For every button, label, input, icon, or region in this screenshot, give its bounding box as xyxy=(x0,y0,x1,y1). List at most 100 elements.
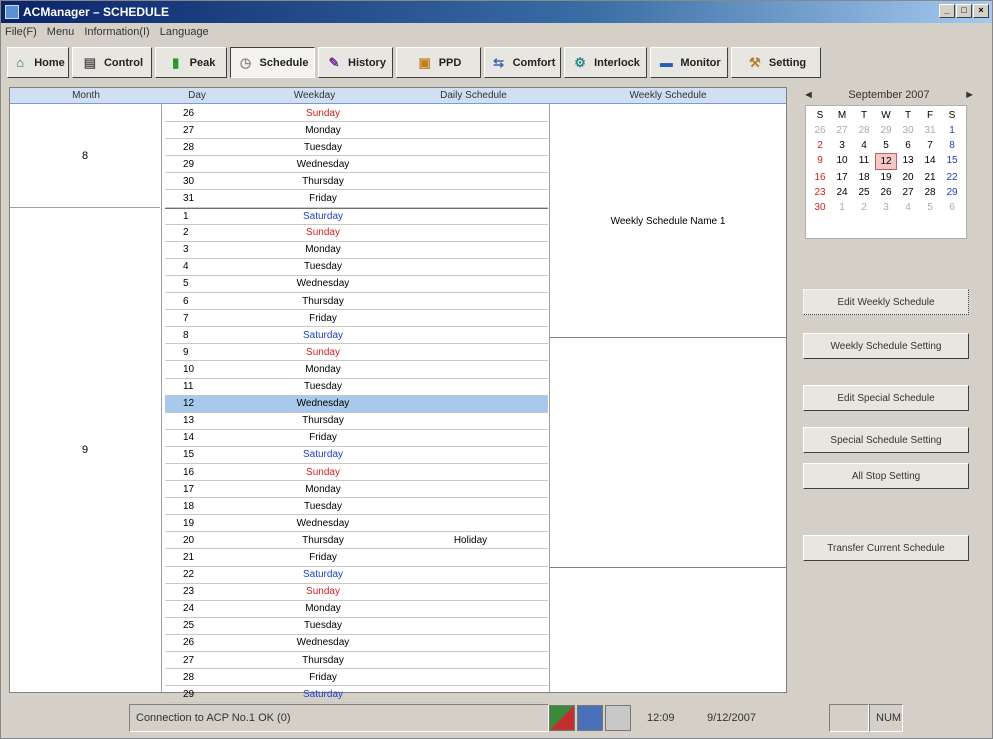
table-row[interactable]: 4 Tuesday xyxy=(165,259,548,276)
calendar-day[interactable]: 8 xyxy=(941,138,963,153)
table-row[interactable]: 29 Wednesday xyxy=(165,156,548,174)
daily-schedule-cell[interactable]: Holiday xyxy=(393,535,548,546)
calendar-day[interactable]: 29 xyxy=(875,123,897,138)
table-row[interactable]: 7 Friday xyxy=(165,310,548,328)
table-row[interactable]: 14 Friday xyxy=(165,430,548,447)
calendar-day[interactable]: 6 xyxy=(941,200,963,215)
table-row[interactable]: 13 Thursday xyxy=(165,413,548,430)
toolbar-ppd-button[interactable]: ▣ PPD xyxy=(396,47,481,78)
weekly-schedule-block[interactable] xyxy=(550,568,786,692)
menu-information[interactable]: Information(I) xyxy=(84,26,149,38)
calendar-day[interactable]: 22 xyxy=(941,170,963,185)
table-row[interactable]: 9 Sunday xyxy=(165,344,548,362)
calendar-day[interactable]: 24 xyxy=(831,185,853,200)
calendar-day[interactable]: 1 xyxy=(941,123,963,138)
calendar-day[interactable]: 21 xyxy=(919,170,941,185)
table-row[interactable]: 31 Friday xyxy=(165,190,548,208)
toolbar-setting-button[interactable]: ⚒ Setting xyxy=(731,47,821,78)
calendar-day[interactable]: 9 xyxy=(809,153,831,170)
calendar-day[interactable]: 4 xyxy=(853,138,875,153)
calendar-day[interactable]: 23 xyxy=(809,185,831,200)
toolbar-home-button[interactable]: ⌂ Home xyxy=(7,47,69,78)
table-row[interactable]: 21 Friday xyxy=(165,549,548,567)
table-row[interactable]: 25 Tuesday xyxy=(165,618,548,635)
table-row[interactable]: 28 Friday xyxy=(165,669,548,687)
network-icon[interactable] xyxy=(549,705,575,731)
calendar-day[interactable]: 28 xyxy=(919,185,941,200)
calendar-day[interactable]: 25 xyxy=(853,185,875,200)
calendar-day[interactable]: 30 xyxy=(897,123,919,138)
calendar-day[interactable]: 6 xyxy=(897,138,919,153)
toolbar-history-button[interactable]: ✎ History xyxy=(318,47,393,78)
calendar-day[interactable]: 26 xyxy=(809,123,831,138)
weekly-schedule-setting-button[interactable]: Weekly Schedule Setting xyxy=(803,333,969,359)
calendar-day[interactable]: 2 xyxy=(809,138,831,153)
table-row[interactable]: 26 Sunday xyxy=(165,105,548,123)
menu-menu[interactable]: Menu xyxy=(47,26,75,38)
calendar-day[interactable]: 29 xyxy=(941,185,963,200)
calendar-day[interactable]: 20 xyxy=(897,170,919,185)
table-row[interactable]: 5 Wednesday xyxy=(165,276,548,294)
transfer-current-schedule-button[interactable]: Transfer Current Schedule xyxy=(803,535,969,561)
weekly-schedule-block[interactable] xyxy=(550,338,786,568)
table-row[interactable]: 6 Thursday xyxy=(165,293,548,311)
calendar-prev-button[interactable]: ◄ xyxy=(803,89,814,101)
table-row[interactable]: 10 Monday xyxy=(165,361,548,379)
calendar-day[interactable]: 28 xyxy=(853,123,875,138)
computer-icon[interactable] xyxy=(577,705,603,731)
table-row[interactable]: 22 Saturday xyxy=(165,567,548,584)
calendar-day[interactable]: 16 xyxy=(809,170,831,185)
calendar-day[interactable]: 30 xyxy=(809,200,831,215)
calendar-day[interactable]: 10 xyxy=(831,153,853,170)
toolbar-peak-button[interactable]: ▮ Peak xyxy=(155,47,227,78)
calendar-day[interactable]: 12 xyxy=(875,153,897,170)
close-button[interactable]: × xyxy=(973,4,989,18)
weekly-schedule-block[interactable]: Weekly Schedule Name 1 xyxy=(550,105,786,338)
table-row[interactable]: 27 Thursday xyxy=(165,652,548,670)
calendar-day[interactable]: 5 xyxy=(919,200,941,215)
calendar-next-button[interactable]: ► xyxy=(964,89,975,101)
calendar-day[interactable]: 1 xyxy=(831,200,853,215)
table-row[interactable]: 26 Wednesday xyxy=(165,635,548,652)
table-row[interactable]: 16 Sunday xyxy=(165,464,548,482)
table-row[interactable]: 19 Wednesday xyxy=(165,515,548,533)
calendar-day[interactable]: 11 xyxy=(853,153,875,170)
calendar-day[interactable]: 18 xyxy=(853,170,875,185)
toolbar-control-button[interactable]: ▤ Control xyxy=(72,47,152,78)
table-row[interactable]: 1 Saturday xyxy=(165,207,548,225)
calendar-day[interactable]: 27 xyxy=(897,185,919,200)
table-row[interactable]: 27 Monday xyxy=(165,122,548,140)
menu-file[interactable]: File(F) xyxy=(5,26,37,38)
all-stop-setting-button[interactable]: All Stop Setting xyxy=(803,463,969,489)
calendar-day[interactable]: 19 xyxy=(875,170,897,185)
table-row[interactable]: 18 Tuesday xyxy=(165,498,548,516)
table-row[interactable]: 11 Tuesday xyxy=(165,379,548,396)
user-icon[interactable] xyxy=(605,705,631,731)
edit-weekly-schedule-button[interactable]: Edit Weekly Schedule xyxy=(803,289,969,315)
calendar-day[interactable]: 3 xyxy=(875,200,897,215)
calendar-day[interactable]: 2 xyxy=(853,200,875,215)
calendar-day[interactable]: 17 xyxy=(831,170,853,185)
table-row[interactable]: 24 Monday xyxy=(165,601,548,618)
calendar-day[interactable]: 27 xyxy=(831,123,853,138)
table-row[interactable]: 17 Monday xyxy=(165,481,548,499)
table-row[interactable]: 20 Thursday Holiday xyxy=(165,532,548,550)
calendar-day[interactable]: 13 xyxy=(897,153,919,170)
calendar-day[interactable]: 14 xyxy=(919,153,941,170)
table-row[interactable]: 8 Saturday xyxy=(165,327,548,345)
toolbar-monitor-button[interactable]: ▬ Monitor xyxy=(650,47,728,78)
minimize-button[interactable]: _ xyxy=(939,4,955,18)
calendar-day[interactable]: 15 xyxy=(941,153,963,170)
table-row[interactable]: 23 Sunday xyxy=(165,584,548,601)
special-schedule-setting-button[interactable]: Special Schedule Setting xyxy=(803,427,969,453)
table-row[interactable]: 28 Tuesday xyxy=(165,139,548,157)
toolbar-comfort-button[interactable]: ⇆ Comfort xyxy=(484,47,561,78)
toolbar-interlock-button[interactable]: ⚙ Interlock xyxy=(564,47,647,78)
table-row[interactable]: 3 Monday xyxy=(165,242,548,259)
calendar-day[interactable]: 4 xyxy=(897,200,919,215)
edit-special-schedule-button[interactable]: Edit Special Schedule xyxy=(803,385,969,411)
table-row[interactable]: 12 Wednesday xyxy=(165,395,548,413)
maximize-button[interactable]: □ xyxy=(956,4,972,18)
table-row[interactable]: 2 Sunday xyxy=(165,225,548,242)
menu-language[interactable]: Language xyxy=(160,26,209,38)
